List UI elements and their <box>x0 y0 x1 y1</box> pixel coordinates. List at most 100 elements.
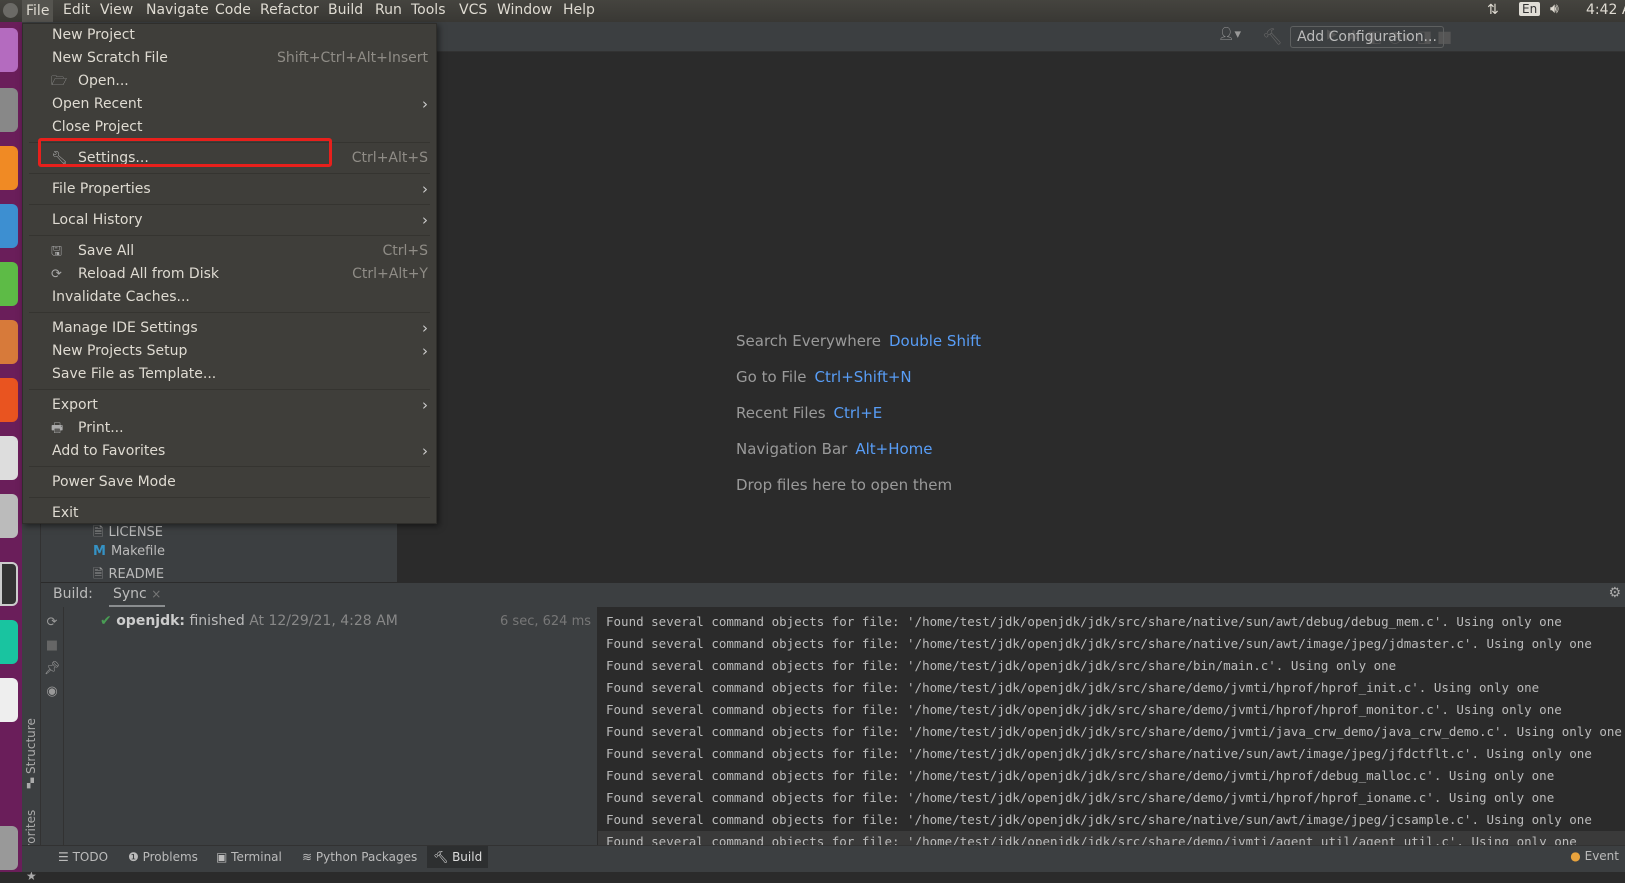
menu-item-shortcut: Ctrl+S <box>382 243 428 259</box>
settings-gear-icon[interactable]: ⚙ <box>1608 585 1621 601</box>
menu-item-shortcut: Shift+Ctrl+Alt+Insert <box>276 50 428 66</box>
menu-separator <box>29 497 430 498</box>
build-hammer-icon[interactable]: 🔨︎ <box>1262 27 1282 46</box>
tool-tab-build[interactable]: 🔨︎ Build <box>427 846 489 869</box>
hint-label: Drop files here to open them <box>736 476 953 494</box>
launcher-app-icon[interactable] <box>0 620 18 664</box>
window-close-icon[interactable] <box>3 3 18 18</box>
menu-item-label: Close Project <box>52 119 143 135</box>
menu-item-close-project[interactable]: Close Project <box>23 116 436 139</box>
menu-item-new-projects-setup[interactable]: New Projects Setup › <box>23 340 436 363</box>
launcher-app-icon[interactable] <box>0 678 18 722</box>
hint-label: Search Everywhere <box>736 332 881 350</box>
launcher-app-icon[interactable] <box>0 494 18 538</box>
pin-icon[interactable]: 📌︎ <box>41 661 63 676</box>
clock[interactable]: 4:42 A <box>1586 2 1625 18</box>
menu-refactor[interactable]: Refactor <box>260 2 319 18</box>
menu-item-open-recent[interactable]: Open Recent › <box>23 93 436 116</box>
menu-item-label: Export <box>52 397 98 413</box>
build-log[interactable]: Found several command objects for file: … <box>598 607 1625 845</box>
menu-vcs[interactable]: VCS <box>459 2 487 18</box>
log-line: Found several command objects for file: … <box>606 636 1592 651</box>
file-icon: 🗎 <box>93 525 104 540</box>
menu-run[interactable]: Run <box>375 2 402 18</box>
event-icon: ● <box>1570 849 1581 863</box>
tool-tab-todo[interactable]: ☰ TODO <box>52 846 114 869</box>
menu-item-exit[interactable]: Exit <box>23 502 436 525</box>
launcher-app-icon[interactable] <box>0 262 18 306</box>
menu-window[interactable]: Window <box>497 2 552 18</box>
launcher-app-icon[interactable] <box>0 378 18 422</box>
launcher-app-icon[interactable] <box>0 204 18 248</box>
rerun-icon[interactable]: ⟳ <box>41 615 63 630</box>
menu-file[interactable]: File <box>22 0 54 22</box>
structure-tab[interactable]: Structure <box>24 718 38 774</box>
hint-shortcut: Ctrl+Shift+N <box>814 368 912 386</box>
chevron-right-icon: › <box>422 180 428 198</box>
menu-item-label: Power Save Mode <box>52 474 176 490</box>
makefile-icon: M <box>93 544 106 559</box>
folder-icon: 🗁 <box>51 74 68 89</box>
launcher-app-icon[interactable] <box>0 88 18 132</box>
launcher-app-icon[interactable] <box>0 146 18 190</box>
menu-edit[interactable]: Edit <box>63 2 90 18</box>
build-result-row[interactable]: ✔ openjdk: finished At 12/29/21, 4:28 AM <box>100 613 398 629</box>
eye-icon[interactable]: ◉ <box>41 684 63 699</box>
editor-hint: Navigation Bar Alt+Home <box>736 440 933 458</box>
close-icon[interactable]: × <box>151 587 161 601</box>
reload-icon: ⟳ <box>51 267 62 282</box>
tool-tab-label: Terminal <box>231 850 282 864</box>
editor-hint: Drop files here to open them <box>736 476 952 494</box>
editor-hint: Recent Files Ctrl+E <box>736 404 882 422</box>
menu-tools[interactable]: Tools <box>411 2 446 18</box>
menu-item-invalidate-caches[interactable]: Invalidate Caches... <box>23 286 436 309</box>
stop-icon[interactable]: ■ <box>41 638 63 653</box>
menu-code[interactable]: Code <box>215 2 251 18</box>
menu-item-print[interactable]: 🖶 Print... <box>23 417 436 440</box>
packages-icon: ≋ <box>302 850 316 864</box>
launcher-app-icon[interactable] <box>0 562 18 606</box>
terminal-icon: ▣ <box>216 850 232 864</box>
menu-item-save-all[interactable]: 🖫 Save All Ctrl+S <box>23 240 436 263</box>
menu-item-save-file-as-template[interactable]: Save File as Template... <box>23 363 436 386</box>
check-icon: ✔ <box>100 613 112 629</box>
tool-tab-python-packages[interactable]: ≋ Python Packages <box>296 846 423 869</box>
event-log-label: Event <box>1584 849 1619 863</box>
menu-navigate[interactable]: Navigate <box>146 2 209 18</box>
tool-tab-problems[interactable]: ❶ Problems <box>122 846 204 869</box>
menu-item-label: Reload All from Disk <box>78 266 219 282</box>
system-menubar: File Edit View Navigate Code Refactor Build Run… <box>0 0 1625 22</box>
menu-item-file-properties[interactable]: File Properties › <box>23 178 436 201</box>
keyboard-indicator[interactable]: En <box>1519 2 1541 16</box>
launcher-app-icon[interactable] <box>0 436 18 480</box>
add-configuration-button[interactable]: Add Configuration... <box>1290 26 1444 48</box>
launcher-app-icon[interactable] <box>0 320 18 364</box>
event-log-button[interactable]: ● Event <box>1570 849 1619 863</box>
tab-sync[interactable]: Sync × <box>109 583 166 608</box>
tree-item-makefile[interactable]: M Makefile <box>93 544 165 559</box>
menu-item-new-project[interactable]: New Project <box>23 24 436 47</box>
menu-view[interactable]: View <box>100 2 133 18</box>
volume-icon[interactable]: 🔊︎ <box>1550 1 1559 17</box>
hint-label: Navigation Bar <box>736 440 848 458</box>
menu-build[interactable]: Build <box>328 2 363 18</box>
tree-item-license[interactable]: 🗎 LICENSE <box>93 523 163 545</box>
chevron-right-icon: › <box>422 396 428 414</box>
tool-tab-terminal[interactable]: ▣ Terminal <box>210 846 288 869</box>
menu-help[interactable]: Help <box>563 2 595 18</box>
menu-separator <box>29 173 430 174</box>
account-icon[interactable]: 👤︎▾ <box>1218 27 1241 42</box>
menu-item-add-to-favorites[interactable]: Add to Favorites › <box>23 440 436 463</box>
menu-item-power-save-mode[interactable]: Power Save Mode <box>23 471 436 494</box>
log-line: Found several command objects for file: … <box>606 790 1555 805</box>
menu-item-manage-ide-settings[interactable]: Manage IDE Settings › <box>23 317 436 340</box>
file-menu: New Project New Scratch File Shift+Ctrl+Al… <box>22 23 437 524</box>
trash-icon[interactable] <box>0 826 18 870</box>
menu-item-reload-all-from-disk[interactable]: ⟳ Reload All from Disk Ctrl+Alt+Y <box>23 263 436 286</box>
menu-item-open[interactable]: 🗁 Open... <box>23 70 436 93</box>
menu-item-export[interactable]: Export › <box>23 394 436 417</box>
menu-item-local-history[interactable]: Local History › <box>23 209 436 232</box>
network-icon[interactable]: ⇅ <box>1487 2 1499 18</box>
launcher-app-icon[interactable] <box>0 28 18 72</box>
menu-item-new-scratch-file[interactable]: New Scratch File Shift+Ctrl+Alt+Insert <box>23 47 436 70</box>
